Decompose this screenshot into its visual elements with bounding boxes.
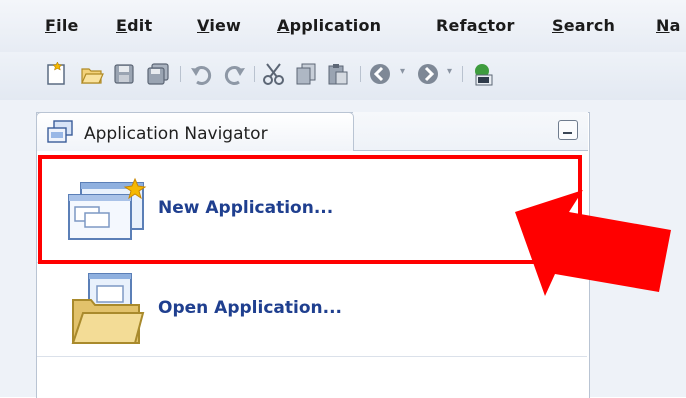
open-icon[interactable] [80,62,104,86]
toolbar-separator [180,66,181,82]
open-application-icon [67,270,147,348]
toolbar-separator [360,66,361,82]
forward-icon[interactable] [416,62,440,86]
forward-dropdown-icon[interactable]: ▾ [447,66,452,77]
menu-view[interactable]: View [197,16,241,35]
menu-label-rest: a [669,16,681,35]
back-icon[interactable] [368,62,392,86]
menu-navigate[interactable]: Na [656,16,681,35]
application-navigator-icon [46,119,74,145]
menu-label-prefix: Refa [436,16,478,35]
undo-icon[interactable] [190,62,214,86]
menu-mnemonic: S [552,16,564,35]
menu-mnemonic: V [197,16,210,35]
highlight-box [38,155,582,264]
menu-search[interactable]: Search [552,16,615,35]
menu-application[interactable]: Application [277,16,381,35]
panel-title: Application Navigator [84,124,268,144]
menu-label-rest: tor [487,16,515,35]
save-all-icon[interactable] [146,62,170,86]
back-dropdown-icon[interactable]: ▾ [400,66,405,77]
menu-edit[interactable]: Edit [116,16,152,35]
cut-icon[interactable] [262,62,286,86]
jdeveloper-window: File Edit View Application Refactor Sear… [0,0,686,398]
panel-header [353,112,588,151]
menu-mnemonic: A [277,16,290,35]
menu-label-rest: dit [127,16,153,35]
menu-label-rest: ile [56,16,79,35]
minimize-button[interactable] [558,120,578,140]
menu-label-rest: pplication [289,16,382,35]
soa-icon[interactable] [470,62,494,86]
menu-mnemonic: F [45,16,57,35]
copy-icon[interactable] [294,62,318,86]
menu-refactor[interactable]: Refactor [436,16,515,35]
toolbar-separator [462,66,463,82]
menu-mnemonic: E [116,16,128,35]
toolbar-separator [254,66,255,82]
new-icon[interactable] [44,62,68,86]
menu-mnemonic: N [656,16,670,35]
paste-icon[interactable] [326,62,350,86]
divider [37,356,587,357]
redo-icon[interactable] [222,62,246,86]
save-icon[interactable] [112,62,136,86]
menu-label-rest: earch [563,16,616,35]
menu-mnemonic: c [477,16,488,35]
menu-file[interactable]: File [45,16,79,35]
open-application-label: Open Application... [158,298,342,318]
red-arrow-annotation [505,188,675,298]
menu-label-rest: iew [209,16,242,35]
